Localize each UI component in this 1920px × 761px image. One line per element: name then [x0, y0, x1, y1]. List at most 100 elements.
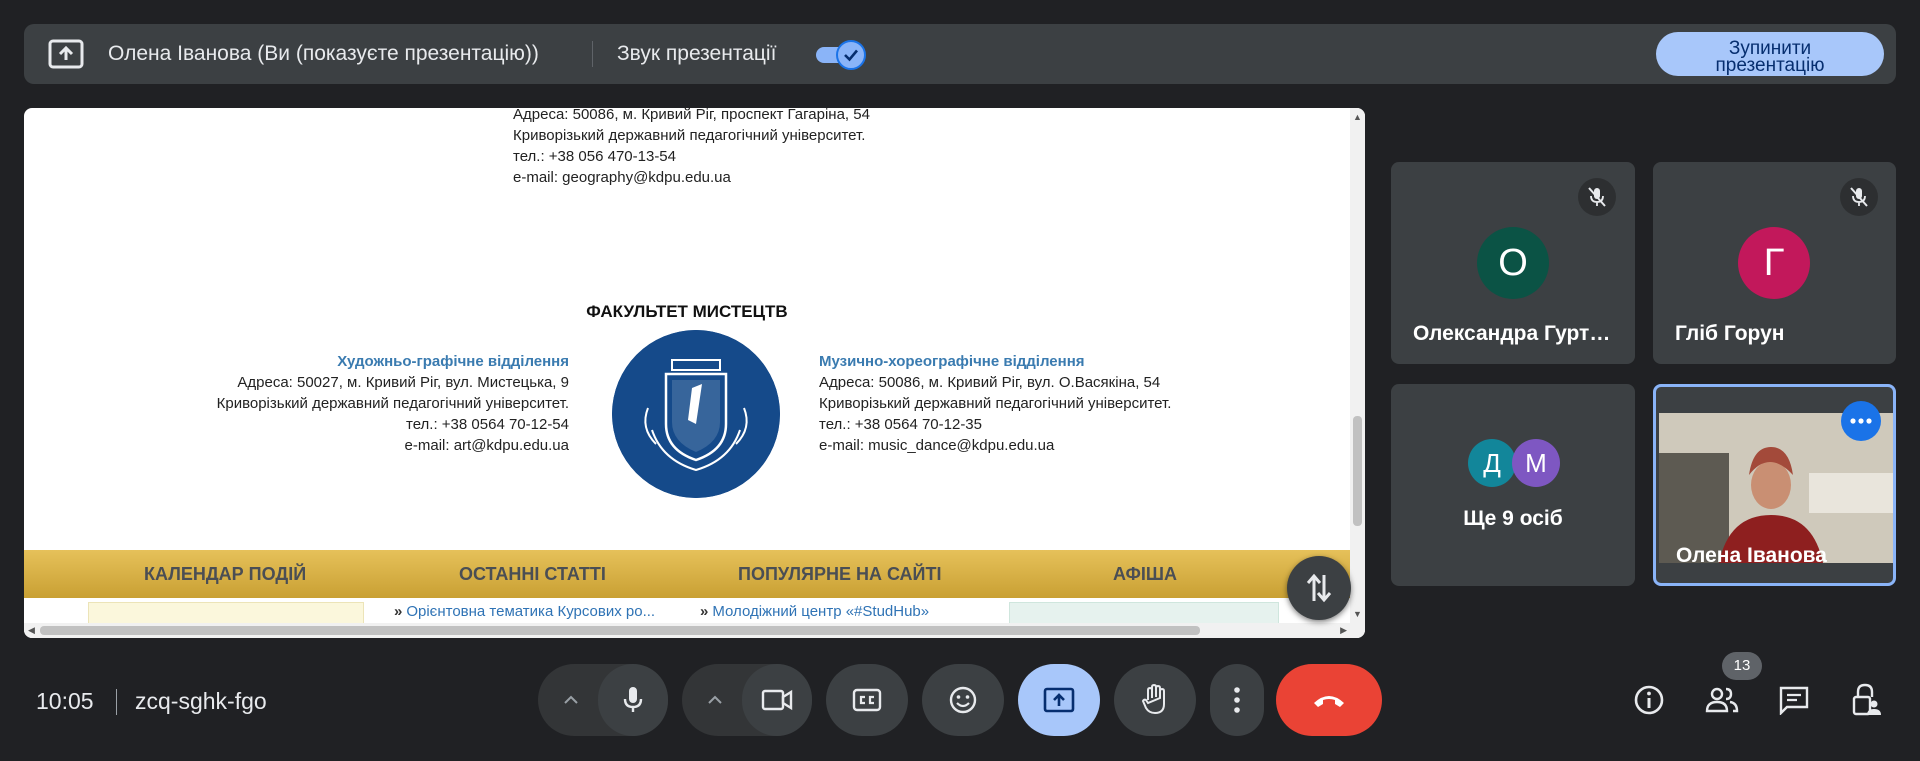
webpage-content: Адреса: 50086, м. Кривий Ріг, проспект Г… [24, 108, 1350, 623]
participant-name: Олександра Гурт… [1413, 322, 1611, 345]
article-link[interactable]: » Орієнтовна тематика Курсових ро... [394, 603, 655, 620]
meeting-details-button[interactable] [1629, 680, 1669, 720]
present-screen-icon [48, 39, 84, 69]
people-icon [1705, 687, 1739, 713]
camera-control-group [682, 664, 812, 736]
scroll-up-arrow-icon[interactable]: ▲ [1353, 112, 1362, 122]
avatar: Д [1468, 439, 1516, 487]
video-options-chevron-up-icon[interactable] [705, 690, 725, 710]
more-vert-icon [1234, 687, 1240, 713]
scroll-right-arrow-icon[interactable]: ▶ [1340, 625, 1347, 636]
call-end-icon [1314, 696, 1344, 707]
swap-vertical-icon [1306, 573, 1332, 603]
microphone-button[interactable] [598, 664, 668, 736]
scroll-to-top-button[interactable] [1287, 556, 1351, 620]
footer-nav-bar: КАЛЕНДАР ПОДІЙ ОСТАННІ СТАТТІ ПОПУЛЯРНЕ … [24, 550, 1350, 598]
host-controls-button[interactable] [1846, 680, 1886, 720]
scrollbar-thumb[interactable] [40, 626, 1200, 635]
email-line: e-mail: art@kdpu.edu.ua [404, 437, 569, 454]
stop-presenting-button[interactable]: Зупинити презентацію [1656, 32, 1884, 76]
reactions-button[interactable] [922, 664, 1004, 736]
address-line: Адреса: 50027, м. Кривий Ріг, вул. Мисте… [237, 374, 569, 391]
divider [116, 689, 117, 715]
more-participants-label: Ще 9 осіб [1463, 507, 1563, 530]
avatar: О [1477, 227, 1549, 299]
check-icon [836, 40, 866, 70]
closed-captions-icon [852, 688, 882, 712]
scroll-down-arrow-icon[interactable]: ▼ [1353, 609, 1362, 619]
videocam-icon [761, 689, 793, 711]
horizontal-scrollbar[interactable]: ◀ ▶ [24, 623, 1365, 638]
department-link[interactable]: Музично-хореографічне відділення [819, 351, 1259, 372]
popular-link[interactable]: » Молодіжний центр «#StudHub» [700, 603, 929, 620]
stop-button-line1: Зупинити [1728, 37, 1812, 59]
mic-off-icon [1578, 178, 1616, 216]
raise-hand-button[interactable] [1114, 664, 1196, 736]
meeting-code: zcq-sghk-fgo [135, 688, 267, 714]
more-options-button[interactable] [1210, 664, 1264, 736]
calendar-widget [88, 602, 364, 623]
nav-events-calendar[interactable]: КАЛЕНДАР ПОДІЙ [144, 564, 306, 585]
university-line: Криворізький державний педагогічний унів… [216, 395, 569, 412]
participant-count-badge: 13 [1722, 652, 1762, 680]
avatar: Г [1738, 227, 1810, 299]
phone-line: тел.: +38 056 470-13-54 [513, 148, 676, 165]
present-now-button[interactable] [1018, 664, 1100, 736]
more-options-icon[interactable] [1841, 401, 1881, 441]
emoji-icon [949, 686, 977, 714]
presenter-label: Олена Іванова (Ви (показуєте презентацію… [108, 42, 539, 65]
captions-button[interactable] [826, 664, 908, 736]
nav-popular[interactable]: ПОПУЛЯРНЕ НА САЙТІ [738, 564, 941, 585]
clock: 10:05 [36, 688, 94, 714]
phone-line: тел.: +38 0564 70-12-54 [406, 416, 569, 433]
microphone-control-group [538, 664, 668, 736]
shared-screen[interactable]: Адреса: 50086, м. Кривий Ріг, проспект Г… [24, 108, 1365, 638]
divider [592, 41, 593, 67]
address-line: Адреса: 50086, м. Кривий Ріг, проспект Г… [513, 108, 870, 123]
scroll-left-arrow-icon[interactable]: ◀ [28, 625, 35, 636]
participant-name: Олена Іванова [1676, 544, 1827, 567]
article-link-text: Орієнтовна тематика Курсових ро... [406, 603, 656, 620]
nav-poster[interactable]: АФІША [1113, 564, 1177, 585]
scrollbar-thumb[interactable] [1353, 416, 1362, 526]
participant-tile[interactable]: Г Гліб Горун [1653, 162, 1896, 364]
nav-latest-articles[interactable]: ОСТАННІ СТАТТІ [459, 564, 606, 585]
email-line: e-mail: music_dance@kdpu.edu.ua [819, 437, 1055, 454]
university-line: Криворізький державний педагогічний унів… [819, 395, 1172, 412]
mic-off-icon [1840, 178, 1878, 216]
music-department-contacts: Музично-хореографічне відділення Адреса:… [819, 351, 1259, 456]
presenting-bar: Олена Іванова (Ви (показуєте презентацію… [24, 24, 1896, 84]
vertical-scrollbar[interactable]: ▲ ▼ [1350, 108, 1365, 623]
self-video-tile[interactable]: Олена Іванова [1653, 384, 1896, 586]
university-emblem-icon [612, 330, 780, 498]
participant-tile[interactable]: О Олександра Гурт… [1391, 162, 1635, 364]
stop-button-line2: презентацію [1715, 54, 1825, 76]
department-link[interactable]: Художньо-графічне відділення [124, 351, 569, 372]
present-to-all-icon [1043, 687, 1075, 713]
camera-button[interactable] [742, 664, 812, 736]
leave-call-button[interactable] [1276, 664, 1382, 736]
people-button[interactable] [1702, 680, 1742, 720]
email-line: e-mail: geography@kdpu.edu.ua [513, 169, 731, 186]
poster-widget [1009, 602, 1279, 623]
geography-contacts: Адреса: 50086, м. Кривий Ріг, проспект Г… [513, 108, 870, 188]
university-line: Криворізький державний педагогічний унів… [513, 127, 866, 144]
faculty-title: ФАКУЛЬТЕТ МИСТЕЦТВ [586, 302, 788, 321]
microphone-icon [623, 687, 643, 712]
presentation-sound-label: Звук презентації [617, 42, 777, 65]
art-department-contacts: Художньо-графічне відділення Адреса: 500… [124, 351, 569, 456]
chat-button[interactable] [1774, 680, 1814, 720]
lock-person-icon [1852, 683, 1881, 716]
avatar: М [1512, 439, 1560, 487]
address-line: Адреса: 50086, м. Кривий Ріг, вул. О.Вас… [819, 374, 1161, 391]
hand-icon [1141, 684, 1165, 715]
presentation-sound-toggle[interactable] [812, 40, 868, 70]
audio-options-chevron-up-icon[interactable] [561, 690, 581, 710]
chat-icon [1779, 686, 1809, 715]
participant-name: Гліб Горун [1675, 322, 1785, 345]
more-participants-tile[interactable]: Д М Ще 9 осіб [1391, 384, 1635, 586]
content-row: » Орієнтовна тематика Курсових ро... » Мол… [24, 598, 1350, 623]
popular-link-text: Молодіжний центр «#StudHub» [712, 603, 930, 620]
phone-line: тел.: +38 0564 70-12-35 [819, 416, 982, 433]
info-icon [1634, 685, 1664, 715]
